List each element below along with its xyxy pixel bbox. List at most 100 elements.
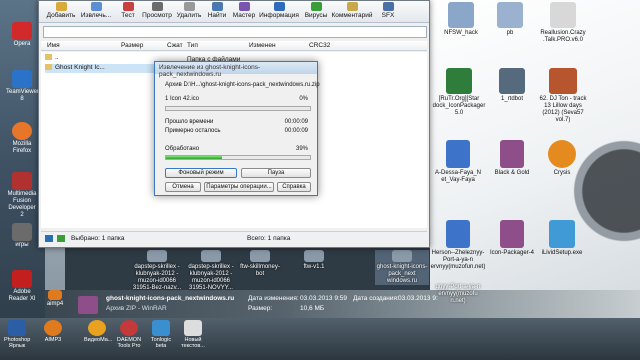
toolbar-label: Просмотр <box>142 12 172 19</box>
col-size[interactable]: Размер <box>121 42 143 49</box>
icon-label: iLividSetup.exe <box>541 250 583 256</box>
toolbar-sfx-button[interactable]: SFX <box>377 2 399 22</box>
path-bar[interactable] <box>43 26 427 38</box>
desktop-icon[interactable]: A-Dessa-Faya_N et_Vay-Faya <box>432 140 484 184</box>
desktop-shortcut[interactable]: TeamViewer 8 <box>6 70 39 103</box>
desktop-icon[interactable]: dapstep-skrillex -klubnyak-2012 -muzon-i… <box>132 250 182 292</box>
icon-label: pb <box>506 30 514 36</box>
desktop-shortcut[interactable]: Adobe Reader XI <box>6 270 38 303</box>
toolbar-comment-button[interactable]: Комментарий <box>331 2 373 22</box>
desktop-icon-selected[interactable]: ghost-knight-icons-pack_next windows.ru <box>375 250 429 285</box>
operation-params-button[interactable]: Параметры операции... <box>204 182 274 192</box>
status-right: Всего: 1 папка <box>247 235 291 242</box>
desktop-shortcut[interactable]: aimp4 <box>40 290 70 308</box>
status-bar: Выбрано: 1 папка Всего: 1 папка <box>41 231 427 245</box>
col-name[interactable]: Имя <box>47 42 60 49</box>
col-modified[interactable]: Изменен <box>249 42 276 49</box>
desktop-icon[interactable]: 62. DJ Ton - track 13 Lillow days (2012)… <box>536 68 590 124</box>
pause-button[interactable]: Пауза <box>241 168 311 178</box>
taskbar-label: ВидеоМа... <box>84 337 113 343</box>
desktop-icon[interactable]: Reallusion.Crazy .Talk.PRO.v6.0 <box>536 2 590 44</box>
item-name: .. <box>55 54 59 61</box>
desktop-icon[interactable]: ftw-skillmoney-bot <box>240 250 280 278</box>
taskbar-item[interactable]: Tonlogic beta <box>148 320 174 349</box>
list-item[interactable]: Ghost Knight Ic... <box>45 64 155 73</box>
desktop-shortcut[interactable]: Opera <box>6 22 38 48</box>
video-editor-icon <box>88 320 106 336</box>
aimp-icon <box>48 290 62 300</box>
toolbar-add-button[interactable]: Добавить <box>45 2 77 22</box>
extract-icon <box>90 2 102 11</box>
toolbar-virus-button[interactable]: Вирусы <box>303 2 329 22</box>
file-type: Архив ZIP - WinRAR <box>106 305 167 312</box>
list-item-parent[interactable]: .. <box>45 54 155 63</box>
taskbar-label: Photoshop Ярлык <box>4 337 31 349</box>
file-info-panel: ghost-knight-icons-pack_nextwindows.ru А… <box>78 294 438 316</box>
elapsed-label: Прошло времени <box>165 119 214 125</box>
comment-icon <box>346 2 358 11</box>
icon-label: Reallusion.Crazy .Talk.PRO.v6.0 <box>540 30 586 43</box>
toolbar-label: Информация <box>259 12 299 19</box>
desktop-icon[interactable]: qnyy-Port-a-ya-n ervnyy(muzofu n.net) <box>430 284 486 305</box>
processed-percent: 39% <box>295 146 308 152</box>
desktop-shortcut[interactable]: Mozilla Firefox <box>6 122 38 155</box>
toolbar-test-button[interactable]: Тест <box>117 2 139 22</box>
taskbar-item[interactable]: Photoshop Ярлык <box>4 320 30 349</box>
toolbar-label: Мастер <box>232 12 256 19</box>
desktop-shortcut[interactable]: Multimedia Fusion Developer 2 <box>6 172 38 219</box>
desktop-icon[interactable]: NFSW_hack <box>436 2 486 37</box>
icon-label: [RuTr.Org][Star dock_IconPackager 5.0 <box>432 96 486 116</box>
icon-label: Black & Gold <box>494 170 530 176</box>
taskbar-item[interactable]: AIMP3 <box>40 320 66 343</box>
desktop-icon[interactable]: ftw-v1.1 <box>294 250 334 271</box>
desktop-icon[interactable]: Black & Gold <box>488 140 536 177</box>
extraction-dialog: Извлечение из ghost-knight-icons-pack_ne… <box>154 61 320 196</box>
column-headers: Имя Размер Сжат Тип Изменен CRC32 <box>41 41 427 51</box>
icon-label: NFSW_hack <box>444 30 478 36</box>
toolbar-find-button[interactable]: Найти <box>205 2 229 22</box>
desktop-icon[interactable]: [RuTr.Org][Star dock_IconPackager 5.0 <box>432 68 486 117</box>
col-type[interactable]: Тип <box>187 42 198 49</box>
mp3-file-icon <box>446 140 470 168</box>
app-icon <box>304 250 324 262</box>
teamviewer-icon <box>12 70 32 88</box>
desktop-icon[interactable]: 1_rtdbot <box>488 68 536 103</box>
col-crc[interactable]: CRC32 <box>309 42 330 49</box>
icon-label: Herson--Zheleznyy-Port-a-ya-n ervnyy(muz… <box>430 250 486 270</box>
help-button[interactable]: Справка <box>277 182 311 192</box>
desktop-icon[interactable]: iLividSetup.exe <box>538 220 586 257</box>
desktop-icon[interactable]: Icon-Packager-4 <box>488 220 536 257</box>
toolbar-extract-button[interactable]: Извлечь... <box>79 2 113 22</box>
icon-label: dapstep-skrillex -klubnyak-2012 -muzon-i… <box>132 264 182 291</box>
toolbar-label: Добавить <box>46 12 76 19</box>
taskbar-item[interactable]: DAEMON Tools Pro <box>116 320 142 349</box>
processed-label: Обработано <box>165 146 200 152</box>
folder-icon <box>497 2 523 28</box>
desktop-icon[interactable]: Herson--Zheleznyy-Port-a-ya-n ervnyy(muz… <box>430 220 486 271</box>
col-packed[interactable]: Сжат <box>167 42 183 49</box>
icon-label: A-Dessa-Faya_N et_Vay-Faya <box>434 170 481 183</box>
desktop-icon[interactable]: Crysis <box>538 140 586 177</box>
find-icon <box>211 2 223 11</box>
toolbar-wizard-button[interactable]: Мастер <box>231 2 257 22</box>
text-document-icon <box>184 320 202 336</box>
selection-icon <box>45 235 53 242</box>
background-mode-button[interactable]: Фоновый режим <box>165 168 237 178</box>
total-progress-bar <box>165 155 311 160</box>
taskbar-item[interactable]: ВидеоМа... <box>84 320 113 343</box>
remaining-label: Примерно осталось <box>165 128 221 134</box>
taskbar-item[interactable]: Новый текстов... <box>180 320 206 349</box>
desktop-icon[interactable]: pb <box>486 2 534 37</box>
cancel-button[interactable]: Отмена <box>165 182 201 192</box>
toolbar-info-button[interactable]: Информация <box>259 2 299 22</box>
shortcut-label: Multimedia Fusion Developer 2 <box>7 191 37 218</box>
total-progress-fill <box>166 156 223 159</box>
icon-label: ghost-knight-icons-pack_next windows.ru <box>376 264 428 284</box>
icon-label: ftw-v1.1 <box>303 264 325 270</box>
taskbar-label: DAEMON Tools Pro <box>116 337 142 349</box>
desktop-shortcut[interactable]: игры <box>6 223 38 249</box>
desktop-icon[interactable]: dapstep-skrillex -klubnyak-2012 -muzon-i… <box>186 250 236 292</box>
toolbar-delete-button[interactable]: Удалить <box>175 2 203 22</box>
archive-icon <box>500 140 524 168</box>
toolbar-view-button[interactable]: Просмотр <box>141 2 173 22</box>
